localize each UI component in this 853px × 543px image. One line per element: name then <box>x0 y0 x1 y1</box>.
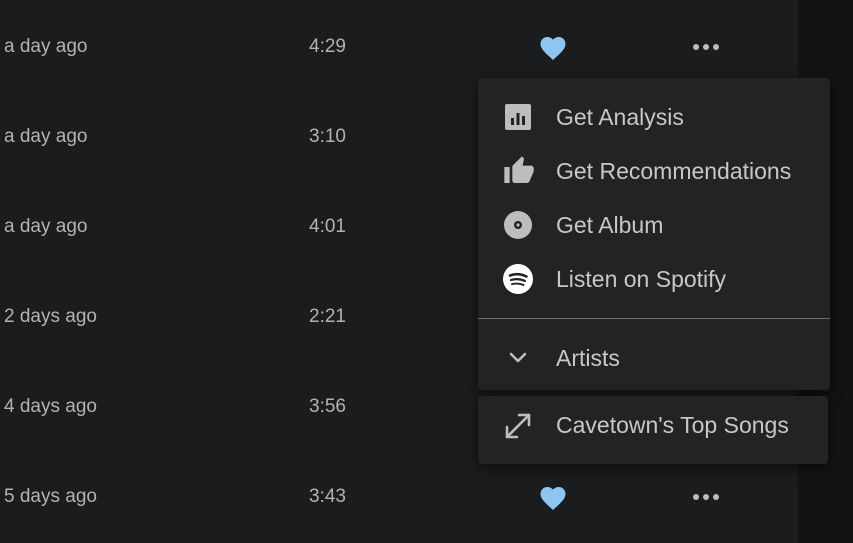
menu-item-label: Get Album <box>556 212 664 238</box>
heart-icon[interactable] <box>538 33 568 61</box>
thumb-up-icon <box>502 155 534 187</box>
track-duration: 3:10 <box>309 126 346 147</box>
added-date: a day ago <box>4 36 88 57</box>
track-duration: 3:43 <box>309 486 346 507</box>
menu-item-label: Listen on Spotify <box>556 266 727 292</box>
analytics-icon <box>502 101 534 133</box>
menu-item-get-analysis[interactable]: Get Analysis <box>478 90 830 144</box>
expand-icon <box>502 410 534 442</box>
more-horizontal-icon[interactable] <box>688 38 724 56</box>
album-icon <box>502 209 534 241</box>
track-duration: 3:56 <box>309 396 346 417</box>
track-duration: 2:21 <box>309 306 346 327</box>
context-menu: Get Analysis Get Recommendations Get Alb… <box>478 78 830 390</box>
added-date: 4 days ago <box>4 396 97 417</box>
menu-item-get-recommendations[interactable]: Get Recommendations <box>478 144 830 198</box>
menu-item-label: Artists <box>556 345 620 371</box>
menu-item-label: Get Recommendations <box>556 158 792 184</box>
app-window: a day ago 4:29 a day ago 3:10 a day ago … <box>0 0 853 543</box>
added-date: 5 days ago <box>4 486 97 507</box>
track-duration: 4:29 <box>309 36 346 57</box>
artist-submenu-item[interactable]: Cavetown's Top Songs <box>478 396 828 464</box>
menu-item-listen-on-spotify[interactable]: Listen on Spotify <box>478 252 830 306</box>
spotify-icon <box>502 263 534 295</box>
heart-icon[interactable] <box>538 483 568 511</box>
added-date: a day ago <box>4 216 88 237</box>
chevron-down-icon <box>502 342 534 374</box>
added-date: a day ago <box>4 126 88 147</box>
more-horizontal-icon[interactable] <box>688 488 724 506</box>
menu-item-label: Get Analysis <box>556 104 684 130</box>
submenu-label: Cavetown's Top Songs <box>556 412 789 438</box>
menu-divider <box>478 318 830 319</box>
menu-item-get-album[interactable]: Get Album <box>478 198 830 252</box>
table-row[interactable]: 5 days ago 3:43 <box>0 452 798 542</box>
menu-item-artists[interactable]: Artists <box>478 331 830 385</box>
track-duration: 4:01 <box>309 216 346 237</box>
added-date: 2 days ago <box>4 306 97 327</box>
